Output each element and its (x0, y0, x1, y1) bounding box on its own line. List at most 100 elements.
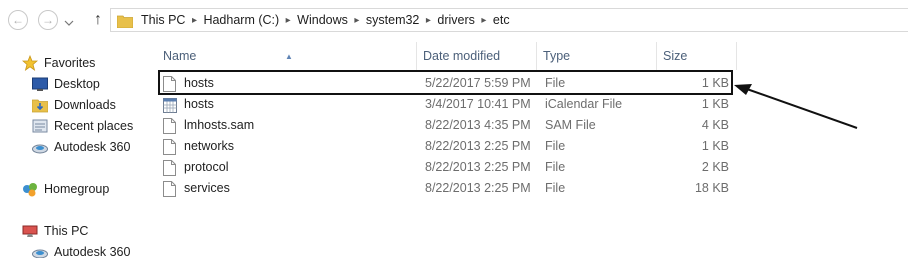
file-row[interactable]: hosts 5/22/2017 5:59 PM File 1 KB (155, 73, 735, 94)
column-header-label: Type (543, 49, 571, 63)
sidebar-item-downloads[interactable]: Downloads (31, 97, 116, 113)
file-type: File (545, 139, 566, 153)
file-icon (163, 117, 176, 134)
sort-ascending-icon: ▲ (285, 52, 293, 61)
file-size: 1 KB (701, 97, 729, 111)
homegroup-icon (22, 181, 38, 197)
column-header-label: Name (163, 49, 197, 63)
file-row[interactable]: hosts 3/4/2017 10:41 PM iCalendar File 1… (155, 94, 735, 115)
file-row[interactable]: protocol 8/22/2013 2:25 PM File 2 KB (155, 157, 735, 178)
file-name-cell: services (163, 178, 230, 199)
file-icon (163, 138, 176, 155)
file-name-cell: hosts (163, 94, 214, 115)
file-name-cell: lmhosts.sam (163, 115, 254, 136)
sidebar-item-label: This PC (44, 224, 89, 238)
file-date: 8/22/2013 2:25 PM (425, 139, 531, 153)
calendar-file-icon (163, 97, 177, 113)
file-name: lmhosts.sam (184, 118, 255, 132)
breadcrumb-chevron-icon[interactable]: ▸ (185, 15, 203, 26)
breadcrumb-item[interactable]: drivers (437, 13, 475, 27)
sidebar-item-label: Autodesk 360 (54, 245, 131, 258)
breadcrumb-chevron-icon[interactable]: ▸ (348, 15, 366, 26)
file-name: networks (184, 139, 235, 153)
breadcrumb-item[interactable]: etc (493, 13, 510, 27)
sidebar-item-label: Recent places (54, 119, 134, 133)
file-icon (163, 159, 176, 176)
column-headers: Name ▲ Date modified Type Size (155, 42, 908, 70)
breadcrumb-chevron-icon[interactable]: ▸ (475, 15, 493, 26)
file-size: 18 KB (694, 181, 729, 195)
file-size: 1 KB (701, 76, 729, 90)
sidebar-item-recent-places[interactable]: Recent places (32, 118, 133, 134)
sidebar-item-homegroup[interactable]: Homegroup (22, 181, 109, 197)
computer-icon (22, 223, 38, 239)
sidebar-item-this-pc-autodesk-360[interactable]: Autodesk 360 (32, 244, 130, 258)
sidebar-item-label: Desktop (54, 77, 100, 91)
file-icon (163, 75, 176, 92)
file-name-cell: networks (163, 136, 234, 157)
file-name: services (184, 181, 230, 195)
breadcrumb-item[interactable]: Windows (297, 13, 348, 27)
breadcrumb-item[interactable]: system32 (366, 13, 420, 27)
file-row[interactable]: services 8/22/2013 2:25 PM File 18 KB (155, 178, 735, 199)
sidebar-item-favorites[interactable]: Favorites (21, 54, 96, 71)
desktop-icon (32, 76, 48, 92)
arrow-left-icon: ← (12, 13, 24, 27)
file-type: File (545, 181, 566, 195)
column-header-label: Size (663, 49, 688, 63)
file-type: File (545, 76, 566, 90)
folder-icon (116, 14, 134, 28)
arrow-up-icon: ↑ (94, 11, 102, 28)
sidebar-item-label: Autodesk 360 (54, 140, 131, 154)
navigation-bar: ← → ↑ This PC ▸ Hadharm (C:) ▸ Windows ▸… (0, 0, 908, 40)
breadcrumb-chevron-icon[interactable]: ▸ (279, 15, 297, 26)
star-icon (21, 54, 39, 71)
sidebar-item-this-pc[interactable]: This PC (22, 223, 88, 239)
file-row[interactable]: lmhosts.sam 8/22/2013 4:35 PM SAM File 4… (155, 115, 735, 136)
cloud-icon (32, 244, 48, 258)
file-name-cell: hosts (163, 73, 214, 94)
column-header-size[interactable]: Size (657, 42, 737, 70)
file-size: 1 KB (701, 139, 729, 153)
file-size: 2 KB (701, 160, 729, 174)
recent-places-icon (32, 118, 48, 134)
address-bar[interactable]: This PC ▸ Hadharm (C:) ▸ Windows ▸ syste… (110, 8, 908, 32)
breadcrumb-chevron-icon[interactable]: ▸ (419, 15, 437, 26)
file-row[interactable]: networks 8/22/2013 2:25 PM File 1 KB (155, 136, 735, 157)
column-header-type[interactable]: Type (537, 42, 657, 70)
file-type: File (545, 160, 566, 174)
sidebar-item-autodesk-360[interactable]: Autodesk 360 (32, 139, 130, 155)
sidebar-item-label: Downloads (54, 98, 116, 112)
file-type: iCalendar File (545, 97, 623, 111)
recent-locations-button[interactable] (64, 16, 74, 26)
file-name: hosts (184, 76, 214, 90)
file-date: 3/4/2017 10:41 PM (425, 97, 531, 111)
column-header-name[interactable]: Name ▲ (155, 42, 417, 70)
up-button[interactable]: ↑ (90, 10, 106, 30)
downloads-icon (31, 97, 49, 113)
back-button[interactable]: ← (8, 10, 28, 30)
file-size: 4 KB (701, 118, 729, 132)
file-type: SAM File (545, 118, 596, 132)
file-date: 5/22/2017 5:59 PM (425, 76, 531, 90)
navigation-pane: Favorites Desktop Downloads Recent place… (0, 50, 150, 258)
column-header-label: Date modified (423, 49, 501, 63)
cloud-icon (32, 139, 48, 155)
arrow-right-icon: → (42, 13, 54, 27)
chevron-down-icon (64, 20, 74, 26)
sidebar-item-desktop[interactable]: Desktop (32, 76, 100, 92)
file-name-cell: protocol (163, 157, 228, 178)
file-date: 8/22/2013 2:25 PM (425, 181, 531, 195)
file-name: protocol (184, 160, 229, 174)
sidebar-item-label: Favorites (44, 56, 96, 70)
file-icon (163, 180, 176, 197)
column-header-date[interactable]: Date modified (417, 42, 537, 70)
breadcrumb-item[interactable]: This PC (141, 13, 185, 27)
sidebar-item-label: Homegroup (44, 182, 110, 196)
file-date: 8/22/2013 4:35 PM (425, 118, 531, 132)
file-list: Name ▲ Date modified Type Size hosts 5/2… (155, 42, 908, 258)
forward-button[interactable]: → (38, 10, 58, 30)
file-name: hosts (184, 97, 214, 111)
breadcrumb-item[interactable]: Hadharm (C:) (203, 13, 279, 27)
file-date: 8/22/2013 2:25 PM (425, 160, 531, 174)
